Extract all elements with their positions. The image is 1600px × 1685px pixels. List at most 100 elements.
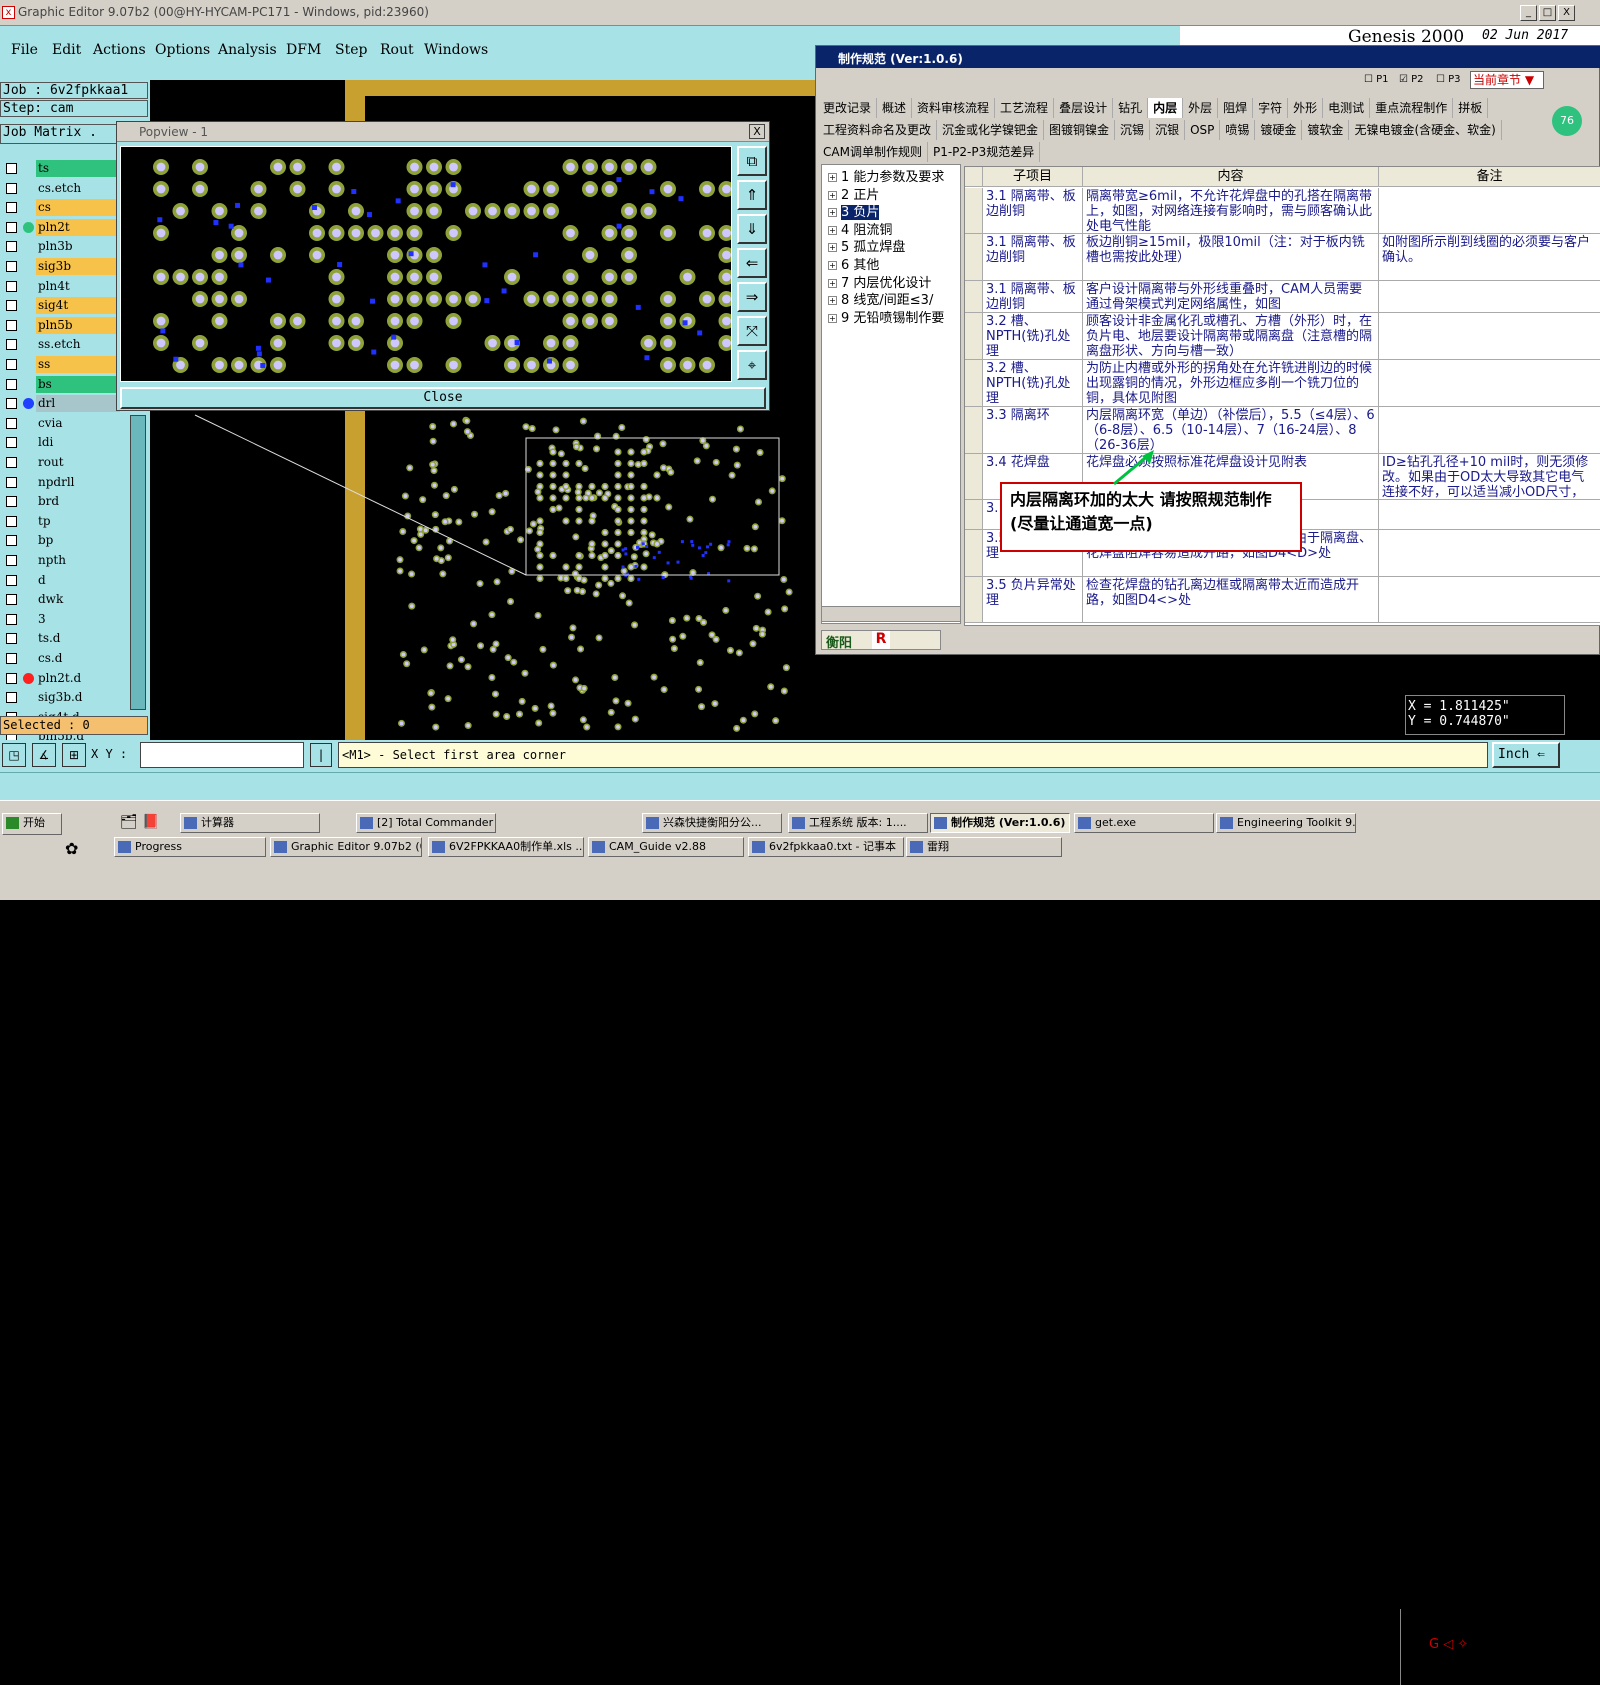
tree-item[interactable]: +5 孤立焊盘: [828, 239, 905, 256]
spec-tab[interactable]: 内层: [1148, 98, 1184, 118]
layer-checkbox[interactable]: [6, 457, 17, 468]
table-header[interactable]: 备注: [1379, 167, 1600, 187]
row-gutter[interactable]: [965, 500, 983, 530]
layer-checkbox[interactable]: [6, 398, 17, 410]
zoom-fit-icon[interactable]: ⤧: [737, 316, 767, 346]
pan-down-icon[interactable]: ⇓: [737, 214, 767, 244]
table-cell[interactable]: 内层隔离环宽（单边）（补偿后），5.5（≤4层）、6（6-8层）、6.5（10-…: [1083, 407, 1379, 454]
layer-name[interactable]: cs.etch: [36, 179, 120, 197]
spec-tab[interactable]: 工程资料命名及更改: [818, 120, 938, 140]
popview-titlebar[interactable]: Popview - 1 X: [117, 122, 769, 142]
tray-icons[interactable]: ⌃ ⊕ ▣ ✦: [1429, 1615, 1486, 1630]
tree-hscrollbar[interactable]: [821, 606, 961, 622]
maximize-button[interactable]: □: [1539, 5, 1556, 21]
table-cell[interactable]: 检查花焊盘的钻孔离边框或隔离带太近而造成开路，如图D4<>处: [1083, 577, 1379, 623]
layer-checkbox[interactable]: [6, 633, 17, 645]
input-mode-icon[interactable]: |: [310, 743, 332, 767]
table-cell[interactable]: [1379, 313, 1600, 360]
layer-checkbox[interactable]: [6, 476, 17, 488]
table-header[interactable]: 子项目: [983, 167, 1083, 187]
layer-name[interactable]: pln2t.d: [36, 669, 120, 687]
table-cell[interactable]: ID≥钻孔孔径+10 mil时，则无须修改。如果由于OD太大导致其它电气连接不好…: [1379, 454, 1600, 500]
layer-row[interactable]: cs.d: [2, 650, 120, 667]
layer-checkbox[interactable]: [6, 417, 17, 429]
taskbar-button[interactable]: 兴森快捷衡阳分公...: [642, 813, 782, 833]
taskbar-button[interactable]: get.exe: [1074, 813, 1214, 833]
popview-view[interactable]: [120, 146, 735, 382]
table-cell[interactable]: 隔离带宽≥6mil，不允许花焊盘中的孔搭在隔离带上，如图，对网络连接有影响时，需…: [1083, 188, 1379, 234]
taskbar-button[interactable]: 工程系统 版本: 1....: [788, 813, 928, 833]
layer-row[interactable]: cs: [2, 199, 120, 217]
expand-icon[interactable]: +: [828, 261, 837, 270]
expand-icon[interactable]: +: [828, 208, 837, 218]
layer-row[interactable]: pln2t: [2, 218, 120, 236]
layer-checkbox[interactable]: [6, 261, 17, 272]
row-gutter[interactable]: [965, 360, 983, 407]
table-cell[interactable]: [1379, 407, 1600, 454]
taskbar-button[interactable]: CAM_Guide v2.88: [588, 837, 744, 857]
expand-icon[interactable]: +: [828, 190, 837, 200]
layer-name[interactable]: cvia: [36, 414, 120, 432]
layer-name[interactable]: sig3b.d: [36, 689, 120, 707]
spec-tab[interactable]: 拼板: [1453, 98, 1489, 118]
spec-tab[interactable]: 钻孔: [1113, 98, 1149, 118]
expand-icon[interactable]: +: [828, 313, 837, 323]
layer-checkbox[interactable]: [6, 182, 17, 194]
table-cell[interactable]: [1379, 281, 1600, 313]
layer-row[interactable]: npth: [2, 552, 120, 569]
row-gutter[interactable]: [965, 281, 983, 313]
tree-item[interactable]: +6 其他: [828, 257, 879, 274]
layer-checkbox[interactable]: [6, 202, 17, 214]
taskbar-button[interactable]: 制作规范 (Ver:1.0.6): [930, 813, 1070, 833]
taskbar-button[interactable]: Progress: [114, 837, 266, 857]
row-gutter[interactable]: [965, 188, 983, 234]
spec-titlebar[interactable]: 制作规范 (Ver:1.0.6): [816, 46, 1600, 68]
spec-tab[interactable]: 沉金或化学镍钯金: [937, 120, 1045, 140]
layer-name[interactable]: dwk: [36, 591, 120, 609]
expand-icon[interactable]: +: [828, 296, 837, 306]
row-gutter[interactable]: [965, 313, 983, 360]
layer-name[interactable]: sig4t: [36, 297, 120, 315]
tree-item[interactable]: +9 无铅喷锡制作要: [828, 310, 944, 327]
spec-tab[interactable]: 外形: [1288, 98, 1324, 118]
select-tool-icon[interactable]: ◳: [2, 743, 26, 767]
layer-row[interactable]: sig3b: [2, 258, 120, 275]
tree-item[interactable]: +2 正片: [828, 187, 879, 204]
table-cell[interactable]: 为防止内槽或外形的拐角处在允许铣进削边的时候出现露铜的情况，外形边框应多削一个铣…: [1083, 360, 1379, 407]
layer-name[interactable]: ss: [36, 356, 120, 373]
layer-checkbox[interactable]: [6, 359, 17, 370]
menu-dfm[interactable]: DFM: [286, 42, 321, 58]
layer-checkbox[interactable]: [6, 653, 17, 664]
unit-select[interactable]: Inch ⇐: [1492, 742, 1560, 768]
layer-row[interactable]: npdrll: [2, 473, 120, 491]
spec-tab[interactable]: CAM调单制作规则: [818, 142, 928, 162]
tree-item[interactable]: +4 阻流铜: [828, 222, 892, 239]
layer-checkbox[interactable]: [6, 594, 17, 606]
menu-actions[interactable]: Actions: [93, 42, 146, 58]
layer-row[interactable]: cvia: [2, 414, 120, 432]
close-button[interactable]: X: [1558, 5, 1575, 21]
layer-name[interactable]: npdrll: [36, 473, 120, 491]
layer-row[interactable]: ts.d: [2, 630, 120, 648]
table-cell[interactable]: [1379, 188, 1600, 234]
table-cell[interactable]: 3.2 槽、NPTH(铣)孔处理: [983, 360, 1083, 407]
layer-name[interactable]: tp: [36, 512, 120, 530]
expand-icon[interactable]: +: [828, 243, 837, 253]
popview-close-button[interactable]: Close: [120, 387, 766, 409]
layer-row[interactable]: brd: [2, 493, 120, 511]
layer-row[interactable]: drl: [2, 395, 120, 413]
tree-item[interactable]: +1 能力参数及要求: [828, 169, 944, 186]
layer-checkbox[interactable]: [6, 221, 17, 233]
layer-name[interactable]: bp: [36, 532, 120, 550]
table-cell[interactable]: 3.1 隔离带、板边削铜: [983, 234, 1083, 281]
table-cell[interactable]: [1379, 360, 1600, 407]
layer-row[interactable]: rout: [2, 454, 120, 471]
menu-step[interactable]: Step: [335, 42, 367, 58]
spec-tab[interactable]: P1-P2-P3规范差异: [928, 142, 1041, 162]
spec-tab[interactable]: 重点流程制作: [1370, 98, 1454, 118]
layer-name[interactable]: brd: [36, 493, 120, 511]
pan-right-icon[interactable]: ⇒: [737, 282, 767, 312]
table-cell[interactable]: 如附图所示削到线圈的必须要与客户确认。: [1379, 234, 1600, 281]
layer-row[interactable]: ss: [2, 356, 120, 373]
taskbar-button[interactable]: 6v2fpkkaa0.txt - 记事本: [748, 837, 904, 857]
